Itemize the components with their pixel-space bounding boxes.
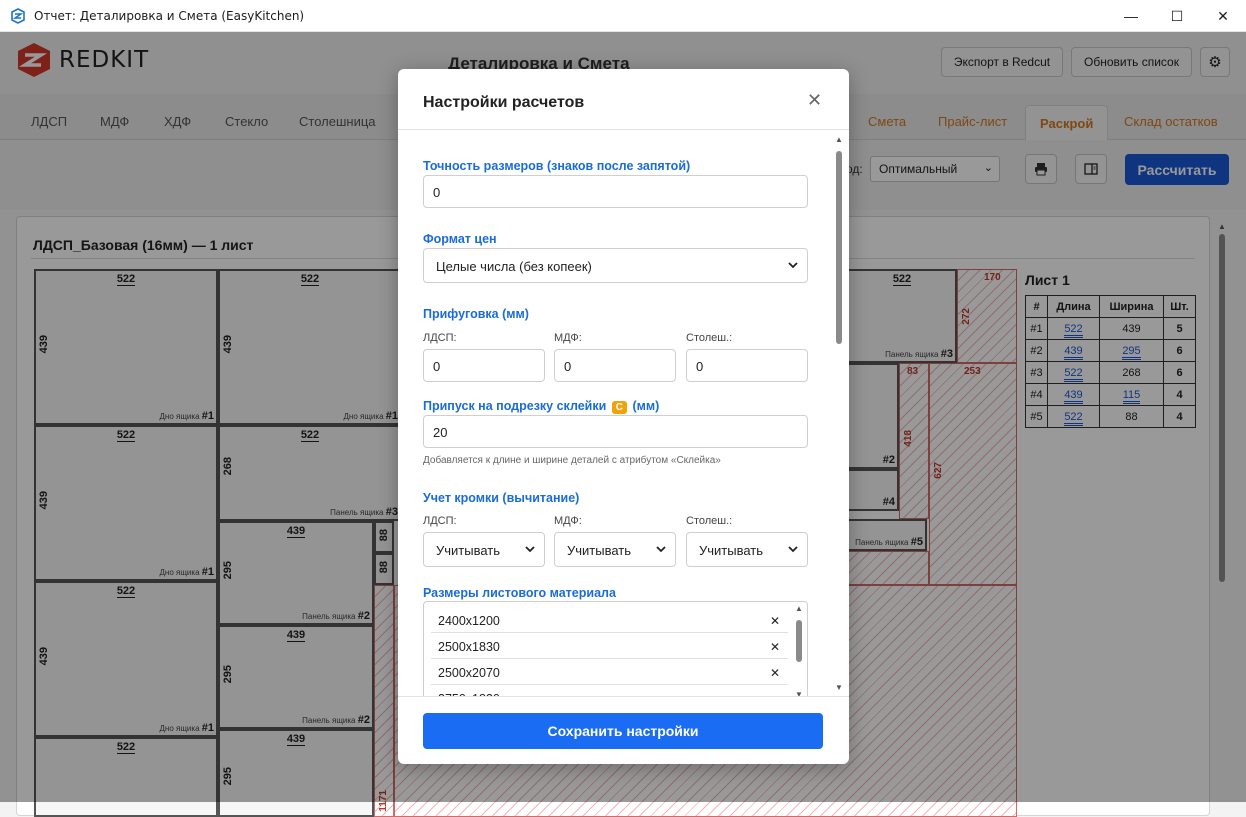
list-scrollbar[interactable]: ▲ ▼ bbox=[794, 604, 804, 696]
app-icon bbox=[11, 7, 25, 24]
edge-mdf-select[interactable]: Учитывать bbox=[554, 532, 676, 567]
precision-input[interactable]: 0 bbox=[423, 175, 808, 208]
list-item[interactable]: 2750x1830 bbox=[431, 685, 788, 696]
remove-icon[interactable]: ✕ bbox=[770, 666, 780, 680]
precision-label: Точность размеров (знаков после запятой) bbox=[423, 159, 691, 173]
edge-ldsp-value: Учитывать bbox=[436, 543, 501, 558]
scrollbar-thumb[interactable] bbox=[796, 620, 802, 662]
window-titlebar: Отчет: Деталировка и Смета (EasyKitchen)… bbox=[0, 0, 1246, 32]
list-item[interactable]: 2500x1830 ✕ bbox=[431, 633, 788, 659]
jointing-top-label: Столеш.: bbox=[686, 332, 733, 344]
window-title: Отчет: Деталировка и Смета (EasyKitchen) bbox=[34, 8, 305, 23]
edge-ldsp-select[interactable]: Учитывать bbox=[423, 532, 545, 567]
close-icon[interactable]: ✕ bbox=[807, 90, 822, 111]
price-format-select[interactable]: Целые числа (без копеек) bbox=[423, 248, 808, 283]
edge-label: Учет кромки (вычитание) bbox=[423, 491, 580, 505]
glue-badge: С bbox=[611, 401, 628, 414]
chevron-down-icon bbox=[788, 546, 798, 553]
remove-icon[interactable]: ✕ bbox=[770, 640, 780, 654]
allowance-label: Припуск на подрезку склейки С (мм) bbox=[423, 399, 660, 414]
allowance-input[interactable]: 20 bbox=[423, 415, 808, 448]
list-item[interactable]: 2400x1200 ✕ bbox=[431, 607, 788, 633]
price-format-label: Формат цен bbox=[423, 232, 497, 246]
settings-modal: Настройки расчетов ✕ Точность размеров (… bbox=[398, 69, 849, 764]
edge-top-value: Учитывать bbox=[699, 543, 764, 558]
sizes-list: 2400x1200✕ 2500x1830✕ 2500x2070✕ 2750x18… bbox=[423, 601, 808, 696]
sizes-label: Размеры листового материала bbox=[423, 586, 616, 600]
jointing-ldsp-label: ЛДСП: bbox=[423, 332, 457, 344]
jointing-mdf-input[interactable]: 0 bbox=[554, 349, 676, 382]
maximize-icon[interactable]: ☐ bbox=[1154, 0, 1200, 32]
scroll-up-icon[interactable]: ▲ bbox=[835, 135, 843, 144]
modal-body: Точность размеров (знаков после запятой)… bbox=[398, 131, 849, 696]
remove-icon[interactable]: ✕ bbox=[770, 614, 780, 628]
modal-header: Настройки расчетов ✕ bbox=[398, 69, 849, 130]
price-format-value: Целые числа (без копеек) bbox=[436, 259, 592, 274]
chevron-down-icon bbox=[525, 546, 535, 553]
edge-mdf-label: МДФ: bbox=[554, 515, 582, 527]
allowance-hint: Добавляется к длине и ширине деталей с а… bbox=[423, 455, 721, 466]
edge-top-select[interactable]: Учитывать bbox=[686, 532, 808, 567]
edge-mdf-value: Учитывать bbox=[567, 543, 632, 558]
minimize-icon[interactable]: — bbox=[1108, 0, 1154, 32]
chevron-down-icon bbox=[788, 262, 798, 269]
scroll-down-icon[interactable]: ▼ bbox=[835, 683, 843, 692]
jointing-mdf-label: МДФ: bbox=[554, 332, 582, 344]
scrollbar-thumb[interactable] bbox=[836, 151, 842, 344]
edge-top-label: Столеш.: bbox=[686, 515, 733, 527]
chevron-down-icon bbox=[656, 546, 666, 553]
modal-scrollbar[interactable]: ▲ ▼ bbox=[834, 135, 844, 692]
list-item[interactable]: 2500x2070 ✕ bbox=[431, 659, 788, 685]
save-settings-button[interactable]: Сохранить настройки bbox=[423, 713, 823, 749]
modal-title: Настройки расчетов bbox=[423, 94, 585, 111]
edge-ldsp-label: ЛДСП: bbox=[423, 515, 457, 527]
jointing-ldsp-input[interactable]: 0 bbox=[423, 349, 545, 382]
modal-footer: Сохранить настройки bbox=[398, 696, 849, 764]
close-window-icon[interactable]: ✕ bbox=[1200, 0, 1246, 32]
jointing-label: Прифуговка (мм) bbox=[423, 307, 529, 321]
scroll-up-icon[interactable]: ▲ bbox=[795, 604, 803, 613]
jointing-top-input[interactable]: 0 bbox=[686, 349, 808, 382]
